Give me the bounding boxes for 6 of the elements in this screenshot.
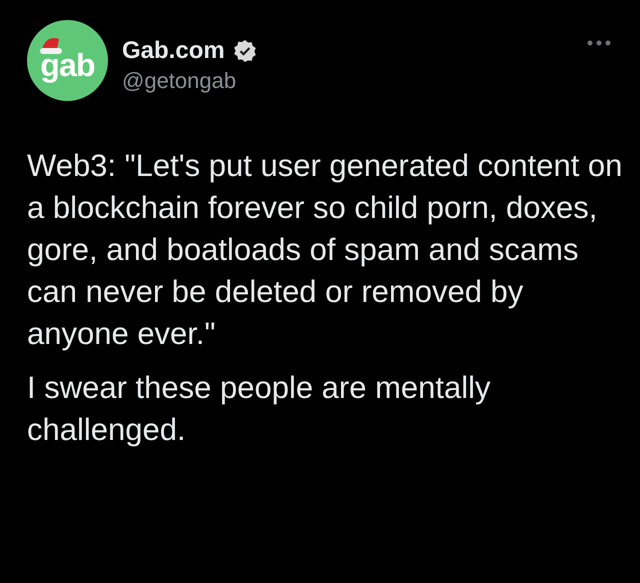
tweet-text: Web3: "Let's put user generated content on a blockchain forever so child porn, doxes, gore, and boatloads of spam and scams can never be deleted or removed by anyone ever." <box>27 147 624 353</box>
logo-text: gab <box>40 48 95 80</box>
tweet-text: I swear these people are mentally challenged. <box>27 369 492 449</box>
more-icon[interactable] <box>587 40 611 46</box>
account-handle[interactable]: @getongab <box>122 66 257 96</box>
account-name[interactable]: Gab.com <box>122 36 225 66</box>
